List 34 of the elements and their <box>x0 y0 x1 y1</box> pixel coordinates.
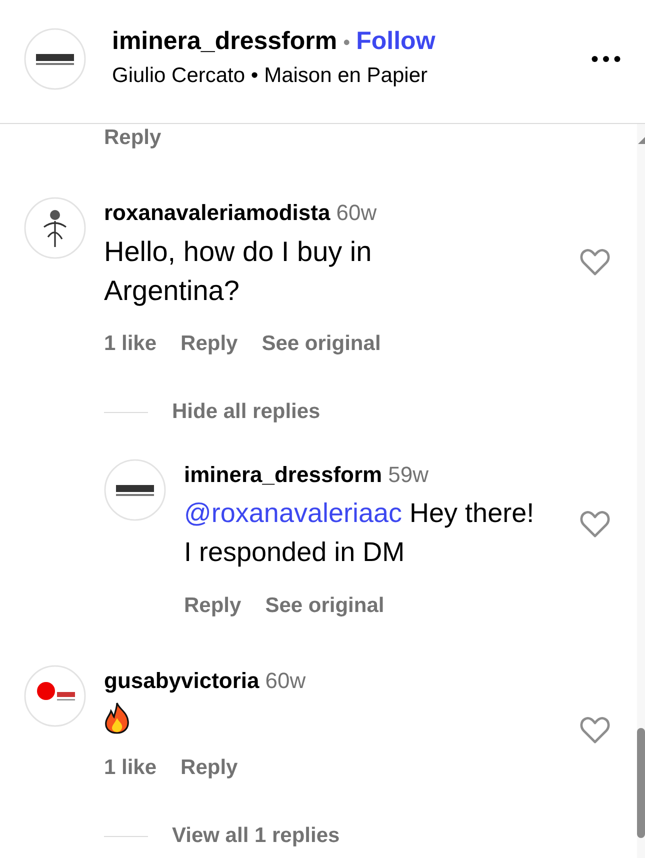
comment-action[interactable]: See original <box>262 332 381 356</box>
like-heart-icon[interactable] <box>580 716 610 744</box>
comment-action[interactable]: Reply <box>180 332 238 356</box>
username[interactable]: roxanavaleriamodista <box>104 200 330 226</box>
replies-toggle[interactable]: Hide all replies <box>172 400 320 424</box>
comment-action[interactable]: 1 like <box>104 332 157 356</box>
avatar[interactable] <box>104 459 166 521</box>
avatar[interactable] <box>24 197 86 259</box>
fire-icon <box>104 702 130 734</box>
username[interactable]: iminera_dressform <box>112 27 338 56</box>
timestamp[interactable]: 59w <box>388 462 428 488</box>
timestamp[interactable]: 60w <box>336 200 377 226</box>
like-heart-icon[interactable] <box>580 248 610 276</box>
more-options-icon[interactable] <box>591 54 621 62</box>
audio-subtitle[interactable]: Giulio Cercato • Maison en Papier <box>112 64 565 88</box>
comment-action[interactable]: 1 like <box>104 756 157 780</box>
comment-text: Hello, how do I buy in Argentina? <box>104 235 373 308</box>
comment-action[interactable]: Reply <box>180 756 238 780</box>
like-heart-icon[interactable] <box>580 510 610 538</box>
comment-action[interactable]: Reply <box>184 594 242 618</box>
separator-dot: • <box>343 32 350 55</box>
scrollbar[interactable] <box>637 124 645 858</box>
username[interactable]: iminera_dressform <box>184 462 382 488</box>
username[interactable]: gusabyvictoria <box>104 668 260 694</box>
replies-toggle[interactable]: View all 1 replies <box>172 824 340 848</box>
comment-action[interactable]: See original <box>265 594 384 618</box>
timestamp[interactable]: 60w <box>265 668 306 694</box>
avatar[interactable] <box>24 28 86 90</box>
scrollbar-thumb[interactable] <box>637 728 645 838</box>
mention-link[interactable]: @roxanavaleriaac <box>184 498 402 528</box>
scroll-up-icon[interactable] <box>637 136 645 144</box>
comment-text: @roxanavaleriaac Hey there! I responded in DM <box>184 497 536 569</box>
follow-link[interactable]: Follow <box>356 27 436 56</box>
reply-link[interactable]: Reply <box>104 126 162 150</box>
